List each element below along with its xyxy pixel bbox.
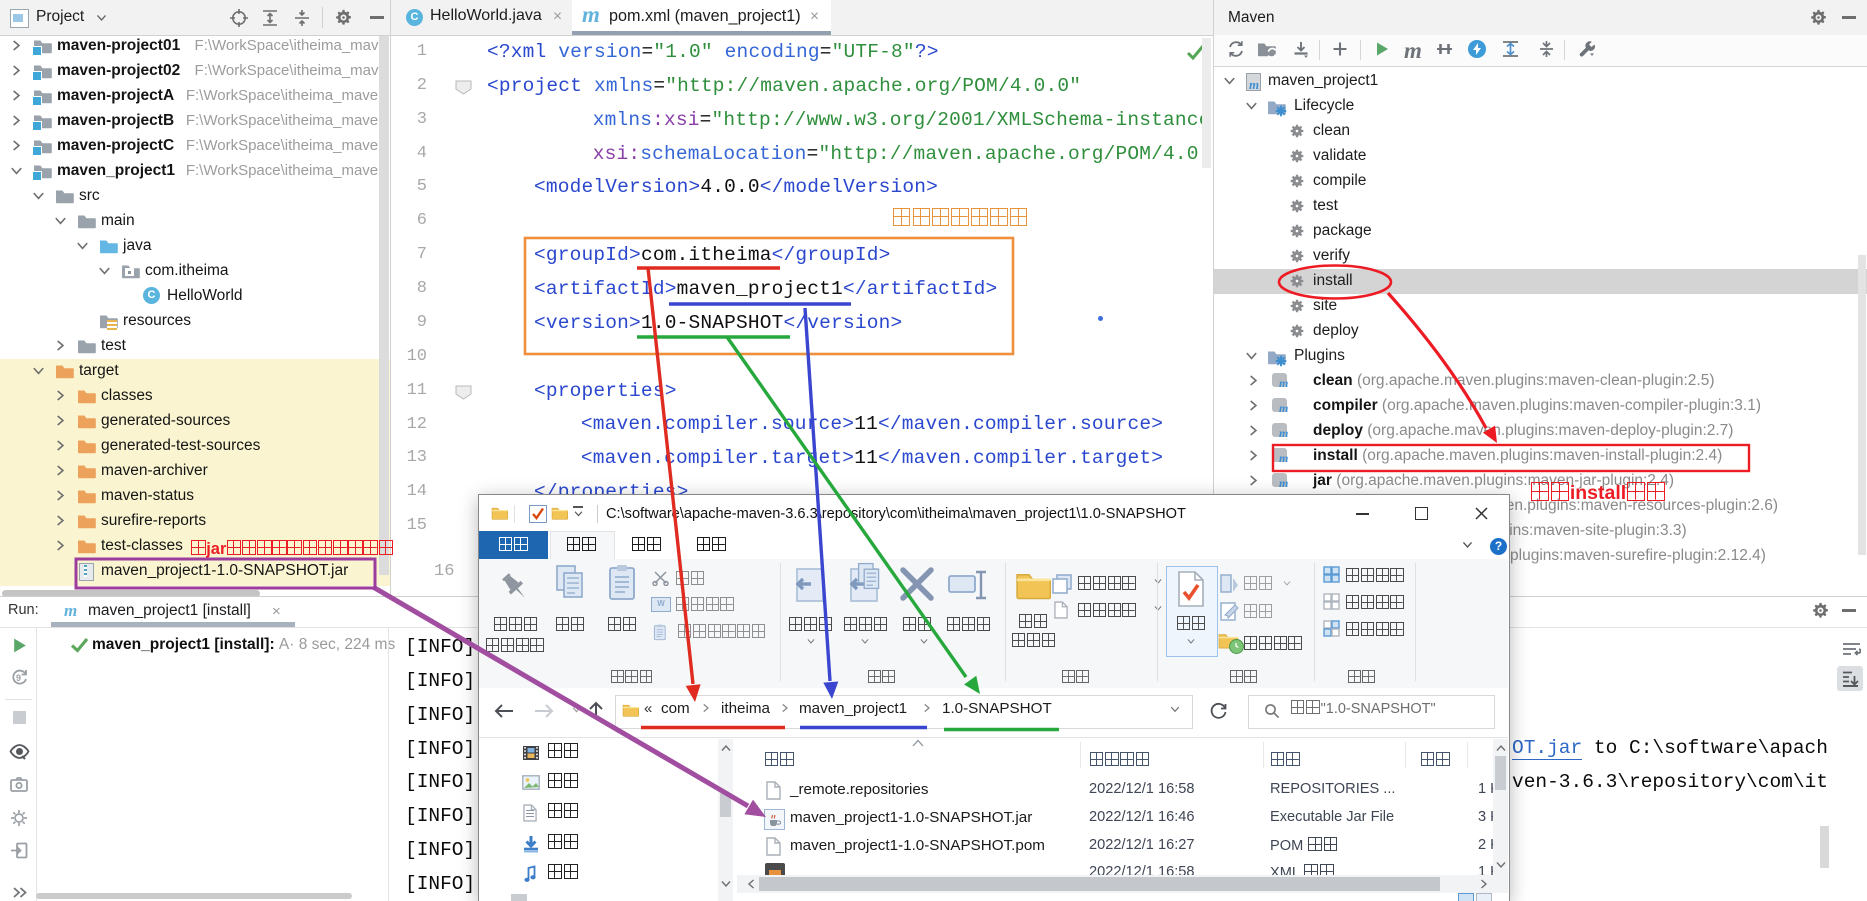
svg-text:9: 9 bbox=[16, 673, 21, 683]
